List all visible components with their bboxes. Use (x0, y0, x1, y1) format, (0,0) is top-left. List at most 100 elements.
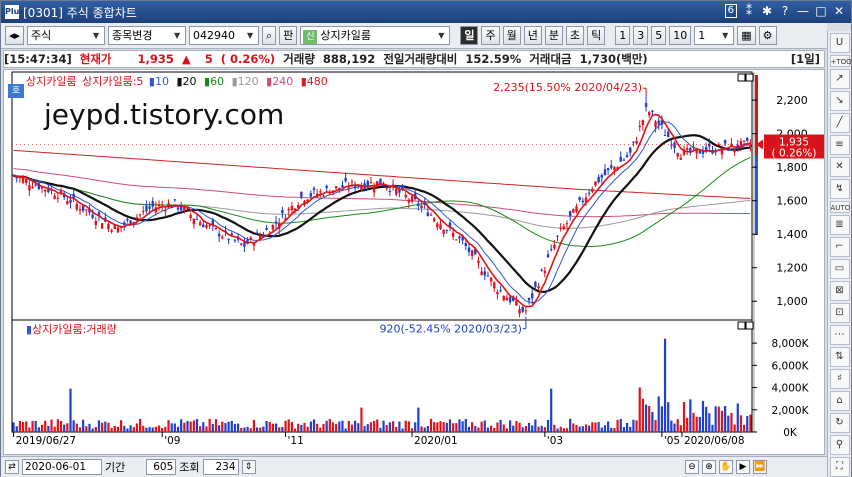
zoom-in-icon[interactable]: ⊕ (702, 460, 716, 474)
legend-ma240-label: 240 (272, 75, 294, 88)
candle-body (395, 188, 398, 195)
volume-bar (395, 426, 398, 432)
volume-bar (322, 423, 325, 432)
candle-body (493, 282, 496, 289)
right-tool-7[interactable]: ↯ (829, 179, 850, 199)
view-count-field[interactable]: 234 (202, 459, 239, 475)
right-tool-5[interactable]: ≡ (829, 135, 850, 155)
candle-body (170, 207, 173, 209)
period-year-button[interactable]: 년 (523, 26, 542, 45)
volume-bar (600, 427, 603, 432)
period-month-button[interactable]: 월 (502, 26, 521, 45)
right-tool-13[interactable]: ⊡ (829, 303, 850, 323)
right-tool-15[interactable]: ⇅ (829, 347, 850, 367)
volume-bar (540, 425, 543, 432)
volume-bar (483, 420, 486, 432)
candle-body (94, 220, 98, 225)
hand-icon[interactable]: ✋ (719, 460, 733, 474)
candle-body (477, 260, 480, 264)
period-label: 기간 (105, 461, 126, 474)
date-toggle-icon[interactable]: ⇄ (5, 460, 19, 474)
candle-body (496, 291, 499, 295)
gear-icon[interactable]: ⚙ (758, 26, 777, 45)
volume-bar (154, 426, 157, 432)
right-tool-0[interactable]: U (829, 33, 850, 53)
right-tool-20[interactable]: ⛶ (829, 457, 850, 477)
settings-icon[interactable]: ✱ (761, 4, 773, 18)
nav-arrows-button[interactable]: ◂▸ (5, 26, 25, 45)
unit-5-button[interactable]: 5 (651, 26, 667, 45)
right-tool-16[interactable]: ♯ (829, 369, 850, 389)
period-second-button[interactable]: 초 (565, 26, 585, 45)
candle-body (407, 199, 411, 203)
right-tool-9[interactable]: ≣ (829, 215, 850, 235)
maximize-icon[interactable]: □ (815, 4, 827, 18)
candle-body (562, 226, 566, 230)
candle-body (202, 224, 205, 228)
right-tool-2[interactable]: ↗ (829, 69, 850, 89)
right-tool-19[interactable]: ⚲ (829, 435, 850, 455)
date-field[interactable]: 2020-06-01 (22, 459, 102, 475)
right-tool-3[interactable]: ↘ (829, 91, 850, 111)
unit-3-button[interactable]: 3 (633, 26, 649, 45)
ho-button[interactable]: 호 (8, 84, 24, 98)
right-tool-12[interactable]: ⊠ (829, 281, 850, 301)
right-tool-14[interactable]: ⋯ (829, 325, 850, 345)
view-count-stepper[interactable]: ⇕ (241, 460, 256, 474)
candle-body (100, 223, 104, 229)
period-field[interactable]: 605 (146, 459, 177, 475)
candle-body (189, 214, 192, 218)
candle-body (388, 191, 392, 193)
play-icon[interactable]: ▶ (736, 460, 750, 474)
zoom-out-icon[interactable]: ⊖ (685, 460, 699, 474)
candle-body (733, 148, 736, 152)
chart-area[interactable]: 2,200 2,000 1,800 1,600 1,400 1,200 1,000 8,000… (3, 69, 825, 455)
stock-name-field[interactable]: 신 상지카일룸 ▼ (300, 26, 451, 45)
high-annotation: 2,235(15.50% 2020/04/23) (493, 81, 642, 94)
table-icon[interactable]: ▦ (737, 26, 756, 45)
volume-bar (94, 426, 97, 432)
unit-1-button[interactable]: 1 (615, 26, 631, 45)
volume-bar (350, 424, 354, 432)
candle-body (192, 218, 196, 225)
price-tick-label: 1,200 (776, 262, 808, 275)
quote-info-bar: [15:47:34] 현재가 1,935 ▲ 5 ( 0.26%) 거래량 88… (3, 50, 825, 68)
stock-code-input[interactable]: 042940 ▼ (189, 26, 260, 45)
candle-body (31, 186, 34, 188)
pan-button[interactable]: 판 (279, 26, 298, 45)
search-icon[interactable]: ⌕ (262, 26, 277, 45)
period-week-button[interactable]: 주 (481, 26, 500, 45)
minimize-icon[interactable]: — (797, 4, 809, 18)
pin-icon[interactable]: ⁑ (743, 4, 755, 18)
right-tool-8[interactable]: AUTO (829, 201, 850, 213)
market-select[interactable]: 주식 ▼ (27, 26, 106, 45)
candle-body (581, 200, 585, 203)
unit-select[interactable]: 1 ▼ (694, 26, 735, 45)
search-mode-select[interactable]: 종목변경 ▼ (108, 26, 187, 45)
candle-body (173, 199, 177, 201)
scroll-controls: ⊖ ⊕ ✋ ▶ ⏩ (685, 460, 767, 474)
close-icon[interactable]: ✕ (833, 4, 845, 18)
right-tool-1[interactable]: +TOOL (829, 55, 852, 67)
period-day-button[interactable]: 일 (460, 26, 479, 45)
legend-ma20-label: 20 (182, 75, 197, 88)
candle-body (508, 297, 512, 303)
right-tool-4[interactable]: ╱ (829, 113, 850, 133)
fast-forward-icon[interactable]: ⏩ (753, 460, 767, 474)
period-minute-button[interactable]: 분 (544, 26, 563, 45)
legend-ma120-label: 120 (237, 75, 259, 88)
right-tool-11[interactable]: ▭ (829, 259, 850, 279)
right-tool-18[interactable]: ↻ (829, 413, 850, 433)
candle-body (436, 223, 439, 228)
right-tool-6[interactable]: ✕ (829, 157, 850, 177)
volume-bar (303, 422, 306, 432)
tab-number-badge[interactable]: 6 (724, 4, 737, 18)
unit-10-button[interactable]: 10 (669, 26, 692, 45)
period-tick-button[interactable]: 틱 (587, 26, 606, 45)
legend-ma60-label: 60 (210, 75, 225, 88)
volume-bar (176, 426, 180, 432)
help-icon[interactable]: ? (779, 4, 791, 18)
volume-bar (252, 419, 256, 432)
right-tool-17[interactable]: ⌂ (829, 391, 850, 411)
right-tool-10[interactable]: ⌐ (829, 237, 850, 257)
